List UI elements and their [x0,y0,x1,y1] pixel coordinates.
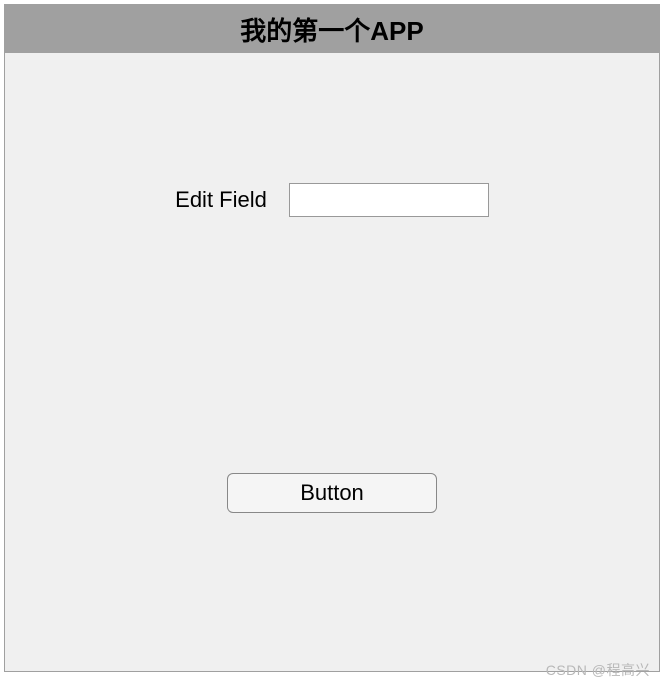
edit-field-label: Edit Field [175,187,267,213]
app-title: 我的第一个APP [240,11,423,48]
button-row: Button [5,473,659,513]
watermark: CSDN @程高兴 [546,660,650,680]
main-button[interactable]: Button [227,473,437,513]
edit-field-row: Edit Field [5,183,659,217]
app-window: 我的第一个APP Edit Field Button [4,4,660,672]
edit-field-input[interactable] [289,183,489,217]
titlebar: 我的第一个APP [5,5,659,53]
content-area: Edit Field Button [5,53,659,671]
